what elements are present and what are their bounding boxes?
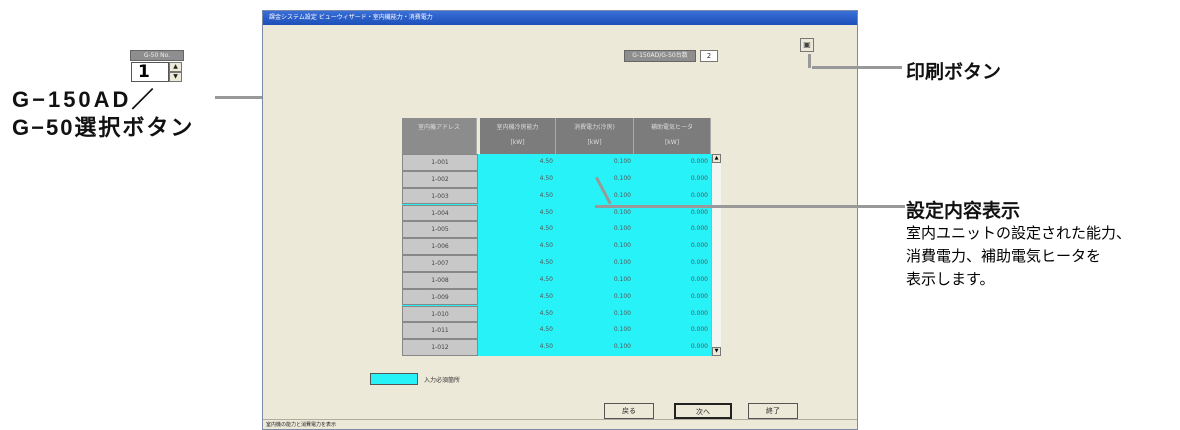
cell-capacity[interactable]: 4.50 <box>480 322 556 340</box>
table-row: 1-006 4.50 0.100 0.000 <box>402 238 711 255</box>
spin-up-button[interactable]: ▲ <box>169 62 182 72</box>
print-annotation: 印刷ボタン <box>906 62 1002 83</box>
row-address: 1-001 <box>402 154 478 171</box>
print-button[interactable]: ▣ <box>800 38 814 52</box>
scroll-up-button[interactable]: ▲ <box>712 154 721 163</box>
window-title: 課金システム設定 ビューウィザード・室内機能力・消費電力 <box>263 11 857 25</box>
cell-capacity[interactable]: 4.50 <box>480 255 556 272</box>
row-address: 1-009 <box>402 288 478 306</box>
cell-power[interactable]: 0.100 <box>556 255 634 272</box>
header-title: 室内機アドレス <box>417 124 460 131</box>
cell-power[interactable]: 0.100 <box>556 187 634 205</box>
table-row: 1-005 4.50 0.100 0.000 <box>402 221 711 239</box>
header-unit: [kW] <box>510 139 525 146</box>
row-address: 1-012 <box>402 339 478 356</box>
cell-power[interactable]: 0.100 <box>556 339 634 356</box>
cell-power[interactable]: 0.100 <box>556 271 634 289</box>
row-address: 1-003 <box>402 187 478 205</box>
cell-capacity[interactable]: 4.50 <box>480 170 556 188</box>
data-grid: 1-001 4.50 0.100 0.000 1-002 4.50 0.100 0.000 1-… <box>402 154 711 356</box>
cell-power[interactable]: 0.100 <box>556 221 634 239</box>
header-capacity: 室内機冷房能力 [kW] <box>480 118 556 154</box>
table-row: 1-003 4.50 0.100 0.000 <box>402 187 711 205</box>
cell-capacity[interactable]: 4.50 <box>480 221 556 239</box>
header-title: 補助電気ヒータ <box>650 124 693 131</box>
cell-capacity[interactable]: 4.50 <box>480 305 556 323</box>
table-header: 室内機アドレス 室内機冷房能力 [kW] 消費電力(冷房) [kW] 補助電気ヒ… <box>402 118 711 154</box>
cell-capacity[interactable]: 4.50 <box>480 288 556 306</box>
content-leader-line <box>595 205 905 208</box>
content-annotation-desc1: 室内ユニットの設定された能力、 <box>906 224 1132 242</box>
printer-icon: ▣ <box>803 40 811 49</box>
table-row: 1-009 4.50 0.100 0.000 <box>402 288 711 306</box>
cell-capacity[interactable]: 4.50 <box>480 187 556 205</box>
cell-capacity[interactable]: 4.50 <box>480 238 556 255</box>
scroll-down-button[interactable]: ▼ <box>712 347 721 356</box>
cell-heater[interactable]: 0.000 <box>634 305 711 323</box>
row-address: 1-004 <box>402 204 478 222</box>
table-row: 1-001 4.50 0.100 0.000 <box>402 154 711 171</box>
row-address: 1-005 <box>402 221 478 239</box>
print-leader-line-bend <box>808 54 811 68</box>
content-annotation-desc2: 消費電力、補助電気ヒータを <box>906 247 1102 265</box>
end-button[interactable]: 終了 <box>748 403 798 419</box>
header-address: 室内機アドレス <box>402 118 477 154</box>
cell-power[interactable]: 0.100 <box>556 322 634 340</box>
header-unit: [kW] <box>587 139 602 146</box>
row-address: 1-010 <box>402 305 478 323</box>
unit-count-value: 2 <box>700 50 718 62</box>
header-heater: 補助電気ヒータ [kW] <box>634 118 711 154</box>
cell-capacity[interactable]: 4.50 <box>480 154 556 171</box>
table-row: 1-010 4.50 0.100 0.000 <box>402 305 711 323</box>
required-input-swatch <box>370 373 418 385</box>
cell-power[interactable]: 0.100 <box>556 238 634 255</box>
cell-heater[interactable]: 0.000 <box>634 221 711 239</box>
unit-count-label: G-150AD/G-50台数 <box>624 50 696 62</box>
g50-spinner: ▲ ▼ <box>169 62 182 82</box>
table-row: 1-008 4.50 0.100 0.000 <box>402 271 711 289</box>
table-row: 1-011 4.50 0.100 0.000 <box>402 322 711 340</box>
content-annotation-title: 設定内容表示 <box>906 201 1021 222</box>
cell-heater[interactable]: 0.000 <box>634 288 711 306</box>
row-address: 1-002 <box>402 170 478 188</box>
row-address: 1-007 <box>402 255 478 272</box>
back-button[interactable]: 戻る <box>604 403 654 419</box>
cell-power[interactable]: 0.100 <box>556 154 634 171</box>
header-title: 室内機冷房能力 <box>496 124 539 131</box>
status-bar: 室内機の能力と消費電力を表示 <box>263 419 857 429</box>
next-button[interactable]: 次へ <box>674 403 732 419</box>
header-unit: [kW] <box>664 139 680 146</box>
selector-annotation-line2: G−50選択ボタン <box>12 115 195 140</box>
cell-heater[interactable]: 0.000 <box>634 170 711 188</box>
cell-capacity[interactable]: 4.50 <box>480 204 556 222</box>
required-input-label: 入力必須箇所 <box>424 377 461 384</box>
cell-heater[interactable]: 0.000 <box>634 154 711 171</box>
cell-heater[interactable]: 0.000 <box>634 238 711 255</box>
header-power: 消費電力(冷房) [kW] <box>556 118 634 154</box>
cell-heater[interactable]: 0.000 <box>634 322 711 340</box>
table-row: 1-012 4.50 0.100 0.000 <box>402 339 711 356</box>
vertical-scrollbar[interactable]: ▲ ▼ <box>711 154 721 356</box>
cell-heater[interactable]: 0.000 <box>634 255 711 272</box>
cell-capacity[interactable]: 4.50 <box>480 339 556 356</box>
row-address: 1-011 <box>402 322 478 340</box>
row-address: 1-008 <box>402 271 478 289</box>
spin-down-button[interactable]: ▼ <box>169 72 182 82</box>
g50-no-label: G-50 No. <box>130 50 184 61</box>
table-row: 1-002 4.50 0.100 0.000 <box>402 170 711 188</box>
table-row: 1-007 4.50 0.100 0.000 <box>402 255 711 272</box>
cell-capacity[interactable]: 4.50 <box>480 271 556 289</box>
cell-heater[interactable]: 0.000 <box>634 339 711 356</box>
cell-power[interactable]: 0.100 <box>556 288 634 306</box>
content-annotation-desc3: 表示します。 <box>906 270 995 288</box>
cell-heater[interactable]: 0.000 <box>634 271 711 289</box>
header-title: 消費電力(冷房) <box>574 124 615 131</box>
g50-number-field[interactable]: 1 <box>131 62 169 82</box>
row-address: 1-006 <box>402 238 478 255</box>
cell-heater[interactable]: 0.000 <box>634 187 711 205</box>
print-leader-line <box>812 66 902 69</box>
cell-power[interactable]: 0.100 <box>556 305 634 323</box>
